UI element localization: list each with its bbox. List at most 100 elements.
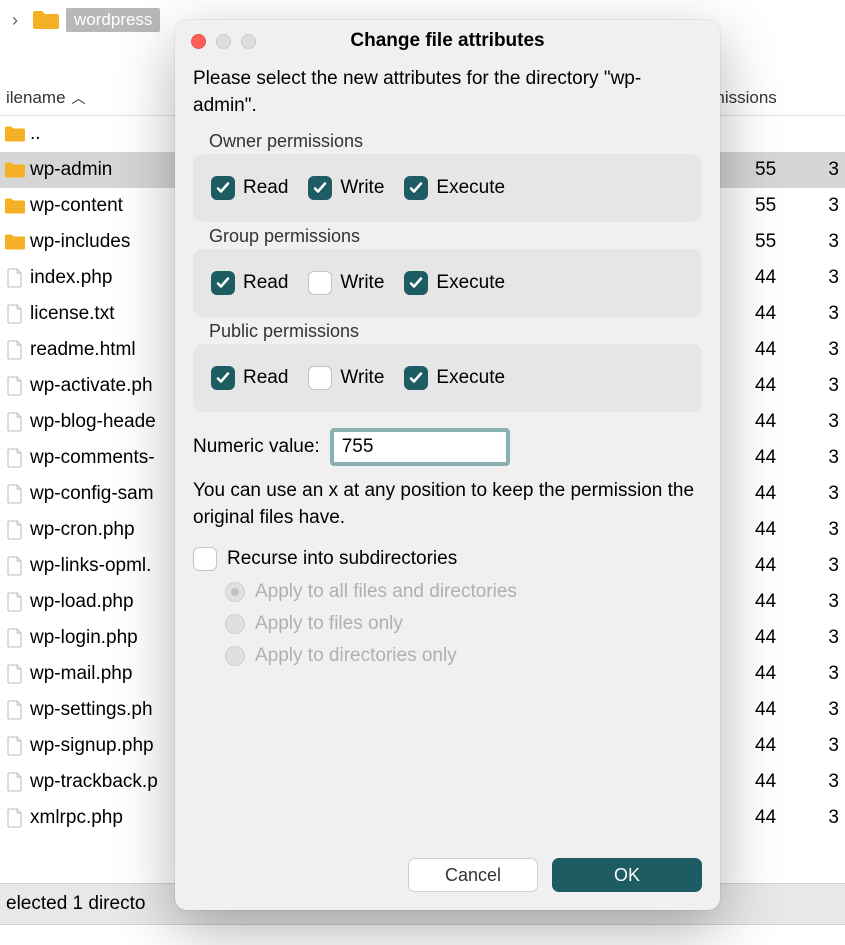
radio-label: Apply to files only [255, 613, 403, 635]
radio-label: Apply to all files and directories [255, 581, 517, 603]
checkbox-label: Execute [436, 367, 505, 389]
ok-button[interactable]: OK [552, 858, 702, 892]
file-permissions: 44 [755, 339, 815, 361]
file-extra: 3 [815, 195, 845, 217]
file-extra: 3 [815, 267, 845, 289]
checkbox-icon [308, 176, 332, 200]
file-icon [4, 339, 26, 361]
checkbox-label: Write [340, 367, 384, 389]
permission-group-checks: Read Write Execute [193, 344, 702, 412]
file-icon [4, 447, 26, 469]
file-permissions: 44 [755, 807, 815, 829]
numeric-value-input[interactable] [330, 428, 510, 466]
cancel-button[interactable]: Cancel [408, 858, 538, 892]
file-extra: 3 [815, 519, 845, 541]
folder-icon [4, 231, 26, 253]
maximize-icon[interactable] [241, 34, 256, 49]
minimize-icon[interactable] [216, 34, 231, 49]
file-extra: 3 [815, 591, 845, 613]
folder-icon [4, 195, 26, 217]
hint-text: You can use an x at any position to keep… [193, 478, 702, 531]
dialog-intro-text: Please select the new attributes for the… [193, 66, 702, 119]
folder-icon [4, 123, 26, 145]
checkbox-icon [404, 366, 428, 390]
checkbox-icon [211, 366, 235, 390]
file-permissions: 44 [755, 303, 815, 325]
file-extra: 3 [815, 555, 845, 577]
file-permissions: 44 [755, 771, 815, 793]
file-extra: 3 [815, 699, 845, 721]
titlebar: Change file attributes [175, 20, 720, 62]
file-extra: 3 [815, 663, 845, 685]
recurse-label: Recurse into subdirectories [227, 548, 457, 570]
recurse-radio-option: Apply to files only [225, 613, 702, 635]
file-icon [4, 699, 26, 721]
checkbox-icon [211, 176, 235, 200]
file-icon [4, 483, 26, 505]
chevron-right-icon[interactable]: › [8, 6, 22, 35]
file-icon [4, 411, 26, 433]
checkbox-label: Write [340, 272, 384, 294]
file-icon [4, 519, 26, 541]
read-checkbox[interactable]: Read [211, 366, 288, 390]
file-extra: 3 [815, 411, 845, 433]
checkbox-label: Read [243, 367, 288, 389]
radio-icon [225, 582, 245, 602]
execute-checkbox[interactable]: Execute [404, 176, 505, 200]
file-extra: 3 [815, 483, 845, 505]
file-extra: 3 [815, 231, 845, 253]
file-icon [4, 807, 26, 829]
checkbox-icon [404, 176, 428, 200]
write-checkbox[interactable]: Write [308, 176, 384, 200]
permission-group-checks: Read Write Execute [193, 249, 702, 317]
folder-icon [4, 159, 26, 181]
file-permissions: 55 [755, 195, 815, 217]
permission-group-title: Public permissions [193, 319, 702, 344]
read-checkbox[interactable]: Read [211, 176, 288, 200]
checkbox-label: Read [243, 177, 288, 199]
file-icon [4, 591, 26, 613]
radio-icon [225, 614, 245, 634]
checkbox-icon [211, 271, 235, 295]
file-extra: 3 [815, 735, 845, 757]
execute-checkbox[interactable]: Execute [404, 366, 505, 390]
file-permissions: 44 [755, 519, 815, 541]
file-extra: 3 [815, 339, 845, 361]
file-permissions: 44 [755, 267, 815, 289]
permission-group-checks: Read Write Execute [193, 154, 702, 222]
column-permissions[interactable]: rmissions [705, 88, 845, 108]
file-extra: 3 [815, 627, 845, 649]
radio-icon [225, 646, 245, 666]
file-permissions: 44 [755, 483, 815, 505]
folder-icon [32, 10, 60, 30]
close-icon[interactable] [191, 34, 206, 49]
recurse-checkbox[interactable]: Recurse into subdirectories [193, 547, 702, 571]
file-permissions: 44 [755, 555, 815, 577]
radio-label: Apply to directories only [255, 645, 457, 667]
file-permissions: 44 [755, 627, 815, 649]
file-extra: 3 [815, 447, 845, 469]
file-permissions: 44 [755, 735, 815, 757]
checkbox-label: Execute [436, 272, 505, 294]
numeric-value-label: Numeric value: [193, 436, 320, 458]
read-checkbox[interactable]: Read [211, 271, 288, 295]
checkbox-icon [404, 271, 428, 295]
file-icon [4, 771, 26, 793]
recurse-radio-option: Apply to directories only [225, 645, 702, 667]
file-icon [4, 627, 26, 649]
write-checkbox[interactable]: Write [308, 271, 384, 295]
execute-checkbox[interactable]: Execute [404, 271, 505, 295]
recurse-radio-option: Apply to all files and directories [225, 581, 702, 603]
checkbox-label: Read [243, 272, 288, 294]
checkbox-label: Write [340, 177, 384, 199]
checkbox-icon [308, 366, 332, 390]
file-extra: 3 [815, 159, 845, 181]
file-permissions: 44 [755, 699, 815, 721]
file-permissions: 44 [755, 375, 815, 397]
breadcrumb-current[interactable]: wordpress [66, 8, 160, 32]
file-icon [4, 303, 26, 325]
permission-group-title: Group permissions [193, 224, 702, 249]
write-checkbox[interactable]: Write [308, 366, 384, 390]
checkbox-icon [308, 271, 332, 295]
checkbox-icon [193, 547, 217, 571]
